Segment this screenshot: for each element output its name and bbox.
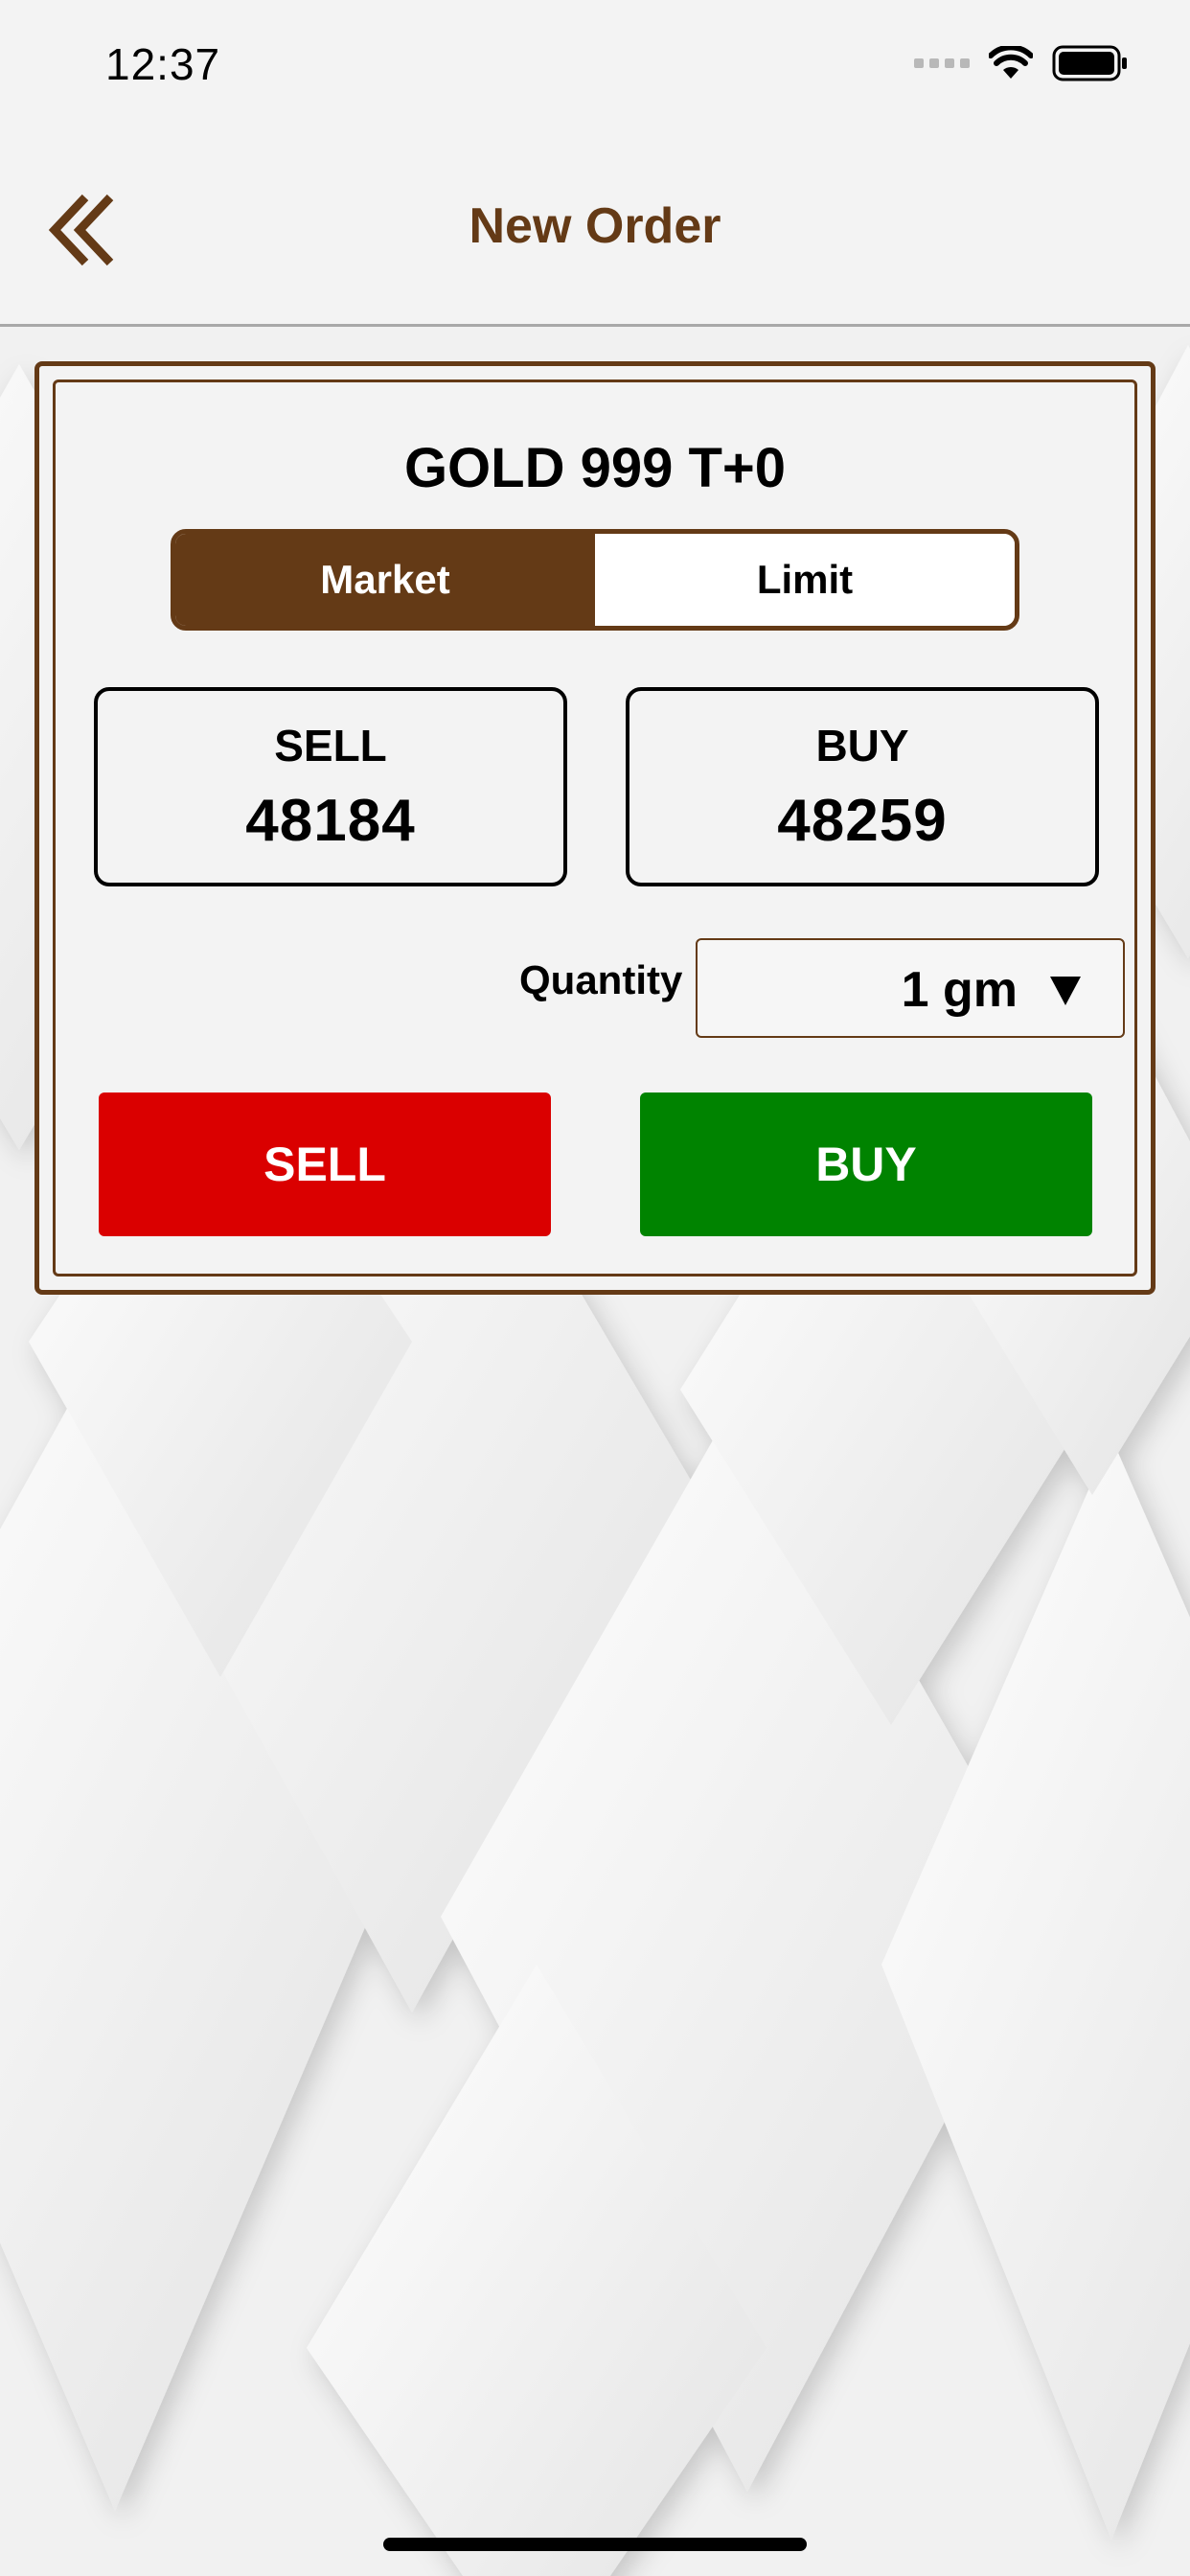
tab-limit[interactable]: Limit — [595, 534, 1015, 626]
battery-icon — [1052, 45, 1127, 81]
quantity-label: Quantity : — [519, 957, 707, 1002]
buy-price-label: BUY — [815, 721, 909, 770]
order-type-toggle: Market Limit — [171, 529, 1019, 631]
order-card-inner: GOLD 999 T+0 Market Limit SELL 48184 BUY… — [53, 380, 1137, 1276]
sell-price-box: SELL 48184 — [94, 687, 567, 886]
buy-price-value: 48259 — [777, 788, 948, 854]
page-title: New Order — [469, 198, 721, 254]
status-bar: 12:37 — [0, 0, 1190, 134]
wifi-icon — [989, 46, 1033, 79]
caret-down-icon — [1050, 977, 1081, 1005]
quantity-value: 1 gm — [901, 962, 1018, 1018]
quantity-dropdown[interactable]: 1 gm — [696, 938, 1125, 1038]
status-icons — [914, 44, 1129, 82]
signal-icon — [914, 58, 970, 68]
status-time: 12:37 — [105, 39, 221, 89]
sell-price-label: SELL — [274, 721, 387, 770]
sell-button[interactable]: SELL — [99, 1092, 551, 1236]
order-card: GOLD 999 T+0 Market Limit SELL 48184 BUY… — [34, 361, 1156, 1295]
home-indicator — [383, 2538, 807, 2551]
sell-price-value: 48184 — [245, 788, 416, 854]
buy-button[interactable]: BUY — [640, 1092, 1092, 1236]
navigation-bar: New Order — [0, 134, 1190, 327]
buy-price-box: BUY 48259 — [626, 687, 1099, 886]
symbol-title: GOLD 999 T+0 — [403, 437, 787, 499]
tab-market[interactable]: Market — [175, 534, 595, 626]
